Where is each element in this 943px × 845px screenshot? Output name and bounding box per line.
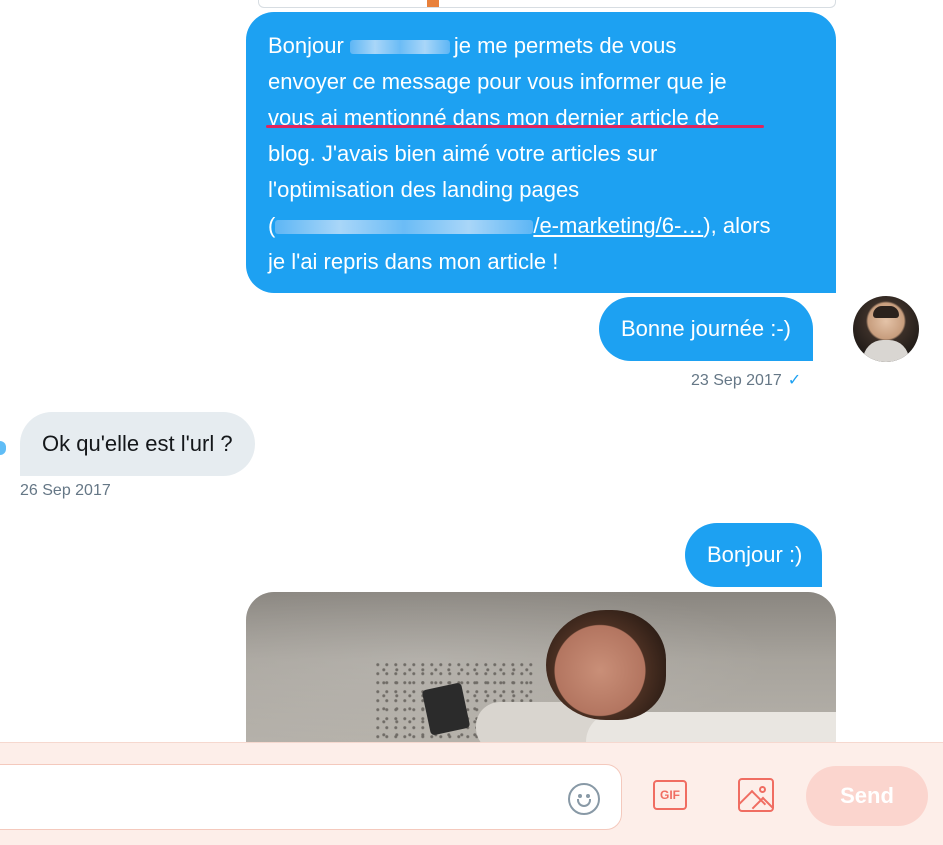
message-timestamp: 26 Sep 2017 [20,482,111,499]
read-check-icon: ✓ [787,372,802,389]
sent-message-bubble: Bonjour je me permets de vous envoyer ce … [246,12,836,293]
redacted-url [275,220,534,235]
send-button[interactable]: Send [806,766,928,826]
image-icon[interactable] [738,778,774,812]
article-link[interactable]: /e-marketing/6-… [275,213,703,238]
message-line: Bonjour je me permets de vous [268,33,677,58]
image-icon-sun [759,786,766,793]
received-message-bubble: Ok qu'elle est l'url ? [20,412,255,476]
sent-image[interactable] [246,592,836,742]
avatar-hair [873,306,899,318]
message-input[interactable] [0,764,622,830]
gif-icon[interactable]: GIF [653,780,687,810]
sent-message-bubble: Bonjour :) [685,523,823,587]
sent-message-bubble: Bonne journée :-) [599,297,813,361]
conversation-thread: Bonjour je me permets de vous envoyer ce … [0,0,943,742]
message-composer [0,742,943,845]
message-line: envoyer ce message pour vous informer qu… [268,69,727,94]
highlight-underline [266,125,764,128]
message-line: blog. J'avais bien aimé votre articles s… [268,141,658,166]
message-line: l'optimisation des landing pages [268,177,580,202]
emoji-icon[interactable] [568,783,600,815]
message-timestamp: 23 Sep 2017 ✓ [691,372,802,389]
avatar[interactable] [853,296,919,362]
redacted-name [349,40,450,55]
message-line: je l'ai repris dans mon article ! [268,249,559,274]
avatar-shirt [863,340,909,362]
message-line: vous ai mentionné dans mon dernier artic… [268,105,720,130]
emoji-mouth [577,799,591,807]
message-line: (/e-marketing/6-…), alors [268,213,771,238]
card-preview-accent [427,0,439,7]
received-indicator [0,441,6,455]
previous-image-card[interactable] [258,0,836,8]
photo-head [546,610,666,720]
